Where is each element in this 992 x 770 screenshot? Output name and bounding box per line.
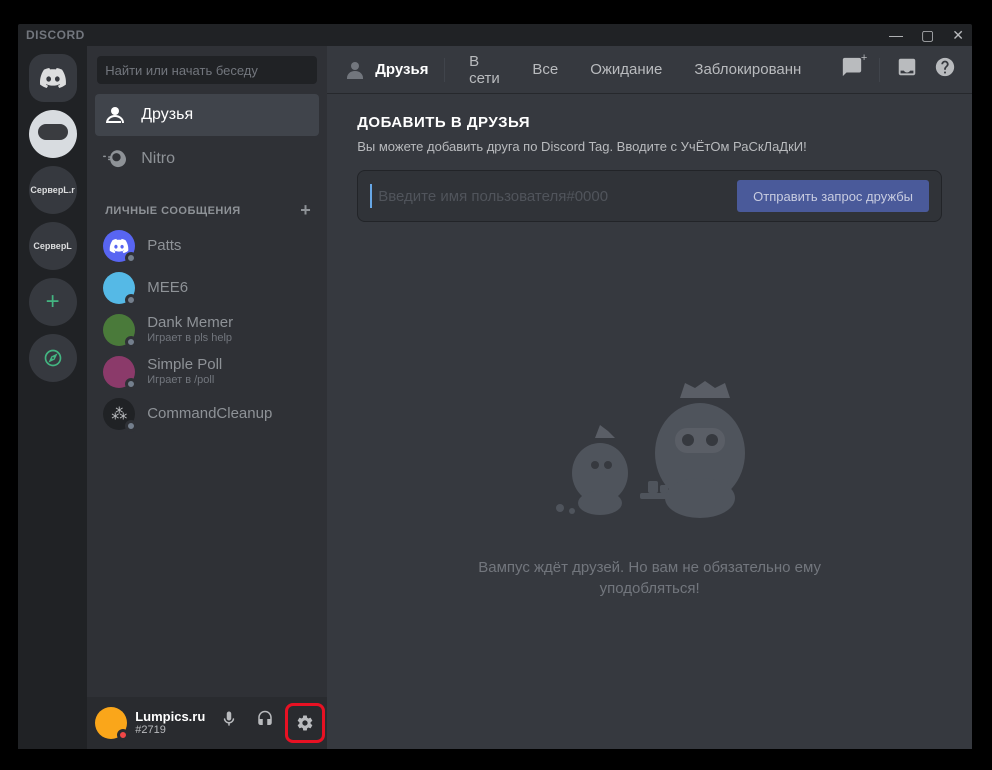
dm-list: Patts MEE6 Dank MemerИграет в pls help S… <box>87 225 327 697</box>
close-button[interactable]: ✕ <box>952 27 964 44</box>
maximize-button[interactable]: ▢ <box>921 27 934 44</box>
dm-item[interactable]: Dank MemerИграет в pls help <box>95 309 319 351</box>
home-button[interactable] <box>29 54 77 102</box>
discord-logo-icon <box>39 68 67 88</box>
new-group-dm-button[interactable]: + <box>841 56 863 83</box>
dm-item[interactable]: Simple PollИграет в /poll <box>95 351 319 393</box>
dm-item[interactable]: Patts <box>95 225 319 267</box>
tab-pending[interactable]: Ожидание <box>582 59 670 80</box>
add-server-button[interactable]: + <box>29 278 77 326</box>
nitro-nav[interactable]: Nitro <box>95 138 319 180</box>
friends-nav-label: Друзья <box>141 106 193 124</box>
dm-status: Играет в /poll <box>147 374 222 387</box>
headphones-icon <box>256 710 274 728</box>
server-item[interactable]: СерверL <box>29 222 77 270</box>
help-icon <box>934 56 956 78</box>
friends-icon <box>103 103 127 127</box>
server-rail: СерверL.r СерверL + <box>18 46 87 749</box>
content-area: Друзья В сети Все Ожидание Заблокированн… <box>327 46 972 749</box>
inbox-icon <box>896 56 918 78</box>
nitro-nav-label: Nitro <box>141 150 175 168</box>
minimize-button[interactable]: — <box>889 27 903 44</box>
gear-icon <box>296 714 314 732</box>
compass-icon <box>43 348 63 368</box>
friends-icon <box>343 58 367 82</box>
dm-item[interactable]: MEE6 <box>95 267 319 309</box>
empty-text: Вампус ждёт друзей. Но вам не обязательн… <box>440 557 860 599</box>
dm-header-label: ЛИЧНЫЕ СООБЩЕНИЯ <box>105 205 240 217</box>
user-name: Lumpics.ru <box>135 710 205 724</box>
explore-button[interactable] <box>29 334 77 382</box>
titlebar: DISCORD — ▢ ✕ <box>18 24 972 46</box>
dm-header: ЛИЧНЫЕ СООБЩЕНИЯ + <box>87 182 327 225</box>
add-friend-row: Отправить запрос дружбы <box>357 170 942 222</box>
dm-name: Simple Poll <box>147 356 222 374</box>
divider <box>879 58 880 82</box>
user-tag: #2719 <box>135 724 205 736</box>
dm-status: Играет в pls help <box>147 332 233 345</box>
settings-button[interactable] <box>289 707 321 739</box>
user-avatar[interactable] <box>95 707 127 739</box>
tab-online[interactable]: В сети <box>461 51 508 89</box>
app-window: DISCORD — ▢ ✕ СерверL.r СерверL + Найти … <box>18 24 972 749</box>
microphone-icon <box>220 710 238 728</box>
send-friend-request-button[interactable]: Отправить запрос дружбы <box>737 180 929 212</box>
header-title: Друзья <box>375 61 428 78</box>
nitro-icon <box>103 147 127 171</box>
friends-nav[interactable]: Друзья <box>95 94 319 136</box>
empty-state: Вампус ждёт друзей. Но вам не обязательн… <box>357 222 942 729</box>
inbox-button[interactable] <box>896 56 918 83</box>
tab-blocked[interactable]: Заблокированн <box>686 59 809 80</box>
settings-highlight <box>285 703 325 743</box>
app-title: DISCORD <box>26 28 85 42</box>
dm-name: Patts <box>147 237 181 255</box>
add-friend-desc: Вы можете добавить друга по Discord Tag.… <box>357 139 942 154</box>
server-item[interactable] <box>29 110 77 158</box>
channel-sidebar: Найти или начать беседу Друзья Nitro ЛИЧ… <box>87 46 327 749</box>
add-friend-title: ДОБАВИТЬ В ДРУЗЬЯ <box>357 114 942 131</box>
add-friend-input[interactable] <box>370 184 725 208</box>
create-dm-button[interactable]: + <box>300 200 311 221</box>
deafen-button[interactable] <box>249 703 281 735</box>
user-panel: Lumpics.ru #2719 <box>87 697 327 749</box>
dm-name: Dank Memer <box>147 314 233 332</box>
divider <box>444 58 445 82</box>
dm-name: MEE6 <box>147 279 188 297</box>
mute-button[interactable] <box>213 703 245 735</box>
quick-switcher[interactable]: Найти или начать беседу <box>97 56 317 84</box>
content-header: Друзья В сети Все Ожидание Заблокированн… <box>327 46 972 94</box>
dm-name: CommandCleanup <box>147 405 272 423</box>
dm-item[interactable]: ⁂ CommandCleanup <box>95 393 319 435</box>
help-button[interactable] <box>934 56 956 83</box>
wumpus-illustration <box>500 353 800 533</box>
tab-all[interactable]: Все <box>524 59 566 80</box>
server-item[interactable]: СерверL.r <box>29 166 77 214</box>
